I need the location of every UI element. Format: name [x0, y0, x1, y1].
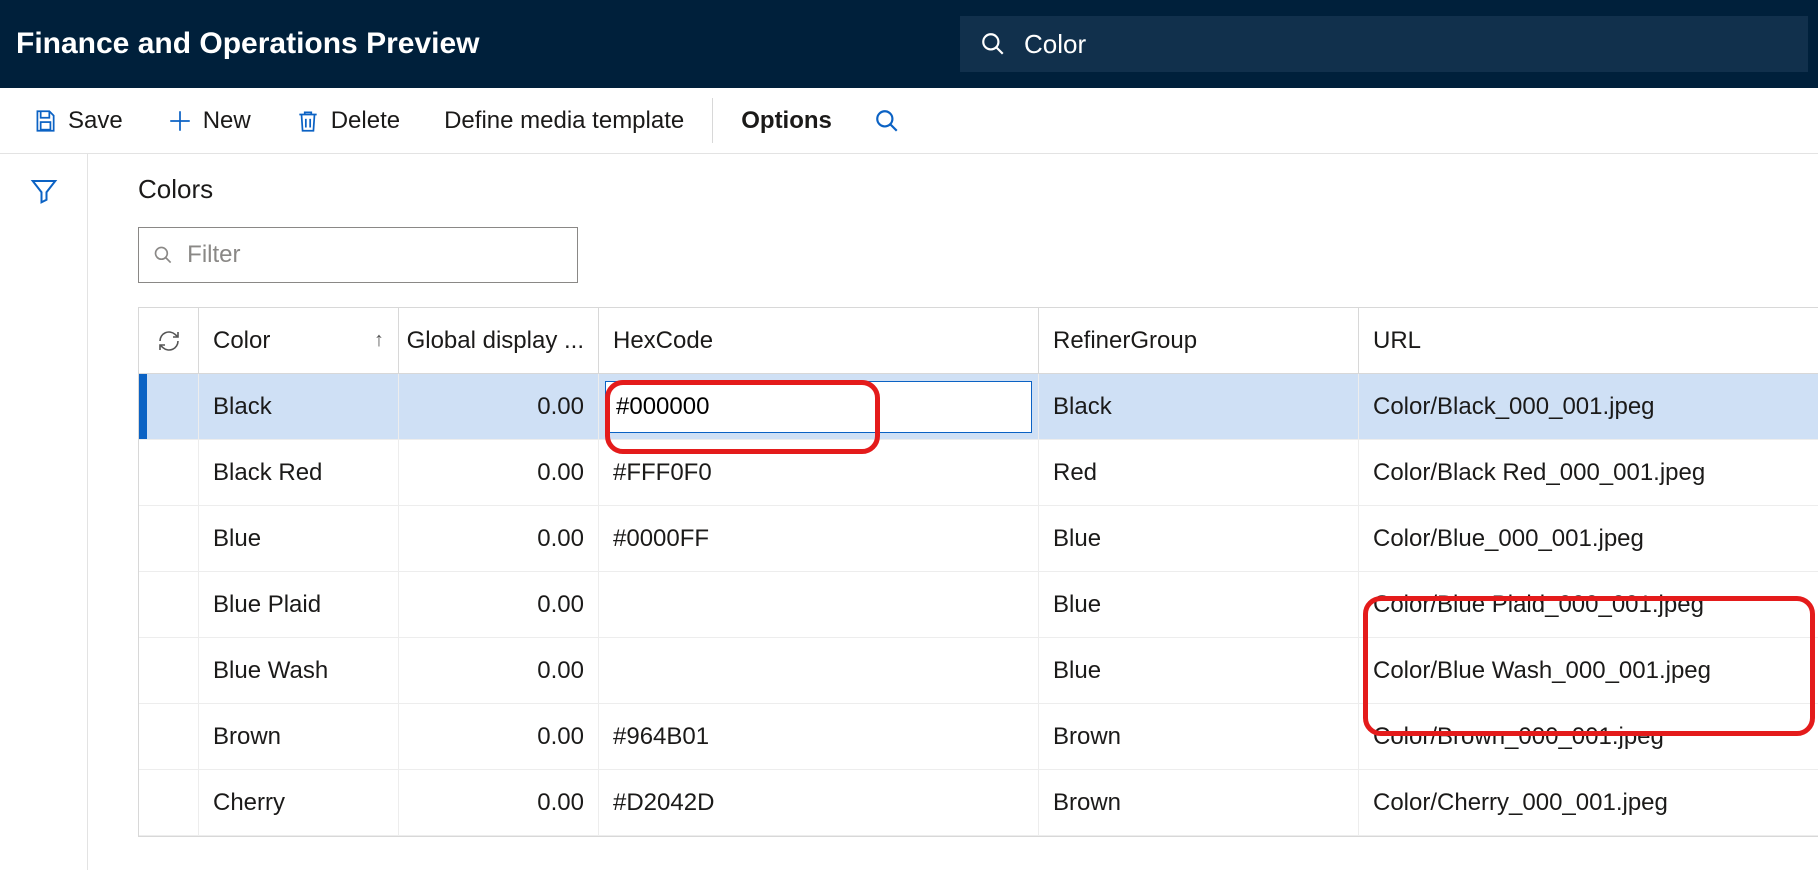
column-label-refiner: RefinerGroup [1053, 327, 1197, 355]
column-header-color[interactable]: Color ↑ [199, 308, 399, 373]
cell-color[interactable]: Blue [199, 506, 399, 571]
cell-color[interactable]: Blue Wash [199, 638, 399, 703]
cell-refiner-group[interactable]: Brown [1039, 704, 1359, 769]
table-row[interactable]: Blue Plaid0.00 BlueColor/Blue Plaid_000_0… [139, 572, 1818, 638]
table-row[interactable]: Black Red0.00#FFF0F0RedColor/Black Red_0… [139, 440, 1818, 506]
hexcode-cell-input[interactable] [605, 381, 1032, 433]
column-header-global-display[interactable]: Global display ... [399, 308, 599, 373]
delete-button[interactable]: Delete [273, 88, 422, 153]
column-header-refiner-group[interactable]: RefinerGroup [1039, 308, 1359, 373]
cell-refiner-group[interactable]: Black [1039, 374, 1359, 439]
cell-global-display[interactable]: 0.00 [399, 704, 599, 769]
refresh-header[interactable] [139, 308, 199, 373]
filter-pane-toggle[interactable] [29, 176, 59, 870]
row-marker[interactable] [139, 506, 199, 571]
left-rail [0, 154, 88, 870]
quick-filter-input[interactable] [187, 241, 563, 269]
column-label-url: URL [1373, 327, 1421, 355]
cell-hexcode[interactable] [599, 374, 1039, 439]
find-button[interactable] [854, 88, 920, 153]
column-label-hexcode: HexCode [613, 327, 713, 355]
row-marker[interactable] [139, 704, 199, 769]
page-title: Colors [138, 174, 1818, 205]
cell-color[interactable]: Black Red [199, 440, 399, 505]
column-label-global: Global display ... [407, 327, 584, 355]
search-icon [980, 31, 1006, 57]
content-area: Colors Color ↑ Global d [0, 154, 1818, 870]
cell-hexcode[interactable]: #0000FF [599, 506, 1039, 571]
save-button[interactable]: Save [10, 88, 145, 153]
cell-global-display[interactable]: 0.00 [399, 506, 599, 571]
cell-refiner-group[interactable]: Brown [1039, 770, 1359, 835]
define-media-template-button[interactable]: Define media template [422, 88, 706, 153]
quick-filter[interactable] [138, 227, 578, 283]
funnel-icon [29, 176, 59, 206]
cell-url[interactable]: Color/Blue_000_001.jpeg [1359, 506, 1818, 571]
cell-global-display[interactable]: 0.00 [399, 638, 599, 703]
table-row[interactable]: Blue Wash0.00 BlueColor/Blue Wash_000_001… [139, 638, 1818, 704]
global-search[interactable] [960, 16, 1808, 72]
plus-icon [167, 108, 193, 134]
cell-hexcode[interactable] [599, 638, 1039, 703]
row-marker[interactable] [139, 374, 199, 439]
cell-hexcode[interactable]: #FFF0F0 [599, 440, 1039, 505]
delete-label: Delete [331, 107, 400, 135]
cell-hexcode[interactable]: #964B01 [599, 704, 1039, 769]
new-button[interactable]: New [145, 88, 273, 153]
table-row[interactable]: Blue0.00#0000FFBlueColor/Blue_000_001.jp… [139, 506, 1818, 572]
row-marker[interactable] [139, 572, 199, 637]
column-label-color: Color [213, 327, 270, 355]
table-row[interactable]: Cherry0.00#D2042DBrownColor/Cherry_000_0… [139, 770, 1818, 836]
row-marker[interactable] [139, 770, 199, 835]
cell-color[interactable]: Black [199, 374, 399, 439]
cell-refiner-group[interactable]: Red [1039, 440, 1359, 505]
row-marker[interactable] [139, 440, 199, 505]
cell-global-display[interactable]: 0.00 [399, 440, 599, 505]
cell-color[interactable]: Cherry [199, 770, 399, 835]
cell-refiner-group[interactable]: Blue [1039, 638, 1359, 703]
options-button[interactable]: Options [719, 88, 854, 153]
global-search-input[interactable] [1024, 29, 1788, 60]
trash-icon [295, 108, 321, 134]
cell-url[interactable]: Color/Black Red_000_001.jpeg [1359, 440, 1818, 505]
save-icon [32, 108, 58, 134]
cell-global-display[interactable]: 0.00 [399, 374, 599, 439]
cell-refiner-group[interactable]: Blue [1039, 572, 1359, 637]
cell-color[interactable]: Blue Plaid [199, 572, 399, 637]
cell-url[interactable]: Color/Blue Plaid_000_001.jpeg [1359, 572, 1818, 637]
cell-refiner-group[interactable]: Blue [1039, 506, 1359, 571]
table-row[interactable]: Black0.00BlackColor/Black_000_001.jpeg [139, 374, 1818, 440]
action-bar: Save New Delete Define media template Op… [0, 88, 1818, 154]
cell-url[interactable]: Color/Brown_000_001.jpeg [1359, 704, 1818, 769]
cell-hexcode[interactable]: #D2042D [599, 770, 1039, 835]
search-icon [153, 244, 173, 266]
cell-url[interactable]: Color/Black_000_001.jpeg [1359, 374, 1818, 439]
grid-body: Black0.00BlackColor/Black_000_001.jpegBl… [139, 374, 1818, 836]
table-row[interactable]: Brown0.00#964B01BrownColor/Brown_000_001… [139, 704, 1818, 770]
separator [712, 98, 713, 143]
refresh-icon [157, 329, 181, 353]
app-header: Finance and Operations Preview [0, 0, 1818, 88]
cell-color[interactable]: Brown [199, 704, 399, 769]
search-icon [874, 108, 900, 134]
options-label: Options [741, 107, 832, 135]
define-media-label: Define media template [444, 107, 684, 135]
sort-asc-icon: ↑ [374, 329, 384, 352]
cell-global-display[interactable]: 0.00 [399, 572, 599, 637]
colors-grid: Color ↑ Global display ... HexCode Refin… [138, 307, 1818, 837]
cell-url[interactable]: Color/Blue Wash_000_001.jpeg [1359, 638, 1818, 703]
save-label: Save [68, 107, 123, 135]
column-header-hexcode[interactable]: HexCode [599, 308, 1039, 373]
cell-url[interactable]: Color/Cherry_000_001.jpeg [1359, 770, 1818, 835]
row-marker[interactable] [139, 638, 199, 703]
cell-hexcode[interactable] [599, 572, 1039, 637]
grid-header: Color ↑ Global display ... HexCode Refin… [139, 308, 1818, 374]
cell-global-display[interactable]: 0.00 [399, 770, 599, 835]
new-label: New [203, 107, 251, 135]
app-title: Finance and Operations Preview [10, 27, 960, 61]
column-header-url[interactable]: URL [1359, 308, 1818, 373]
main-pane: Colors Color ↑ Global d [88, 154, 1818, 870]
